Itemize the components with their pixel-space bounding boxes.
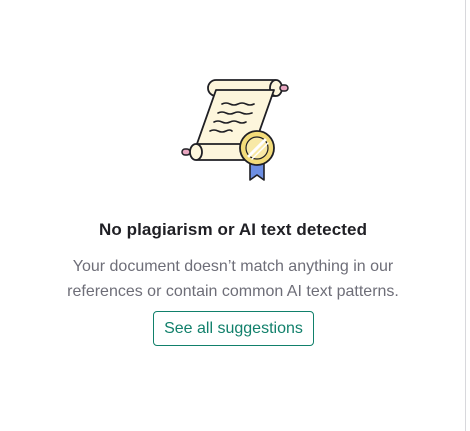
description-line-1: Your document doesn’t match anything in … xyxy=(72,258,394,275)
empty-state-title: No plagiarism or AI text detected xyxy=(98,220,368,239)
description-line-2: references or contain common AI text pat… xyxy=(67,283,399,300)
empty-state-description: Your document doesn’t match anything in … xyxy=(40,254,426,304)
empty-state-panel: No plagiarism or AI text detected Your d… xyxy=(0,0,466,431)
scroll-certificate-icon xyxy=(181,79,289,181)
see-all-suggestions-button[interactable]: See all suggestions xyxy=(153,311,314,346)
